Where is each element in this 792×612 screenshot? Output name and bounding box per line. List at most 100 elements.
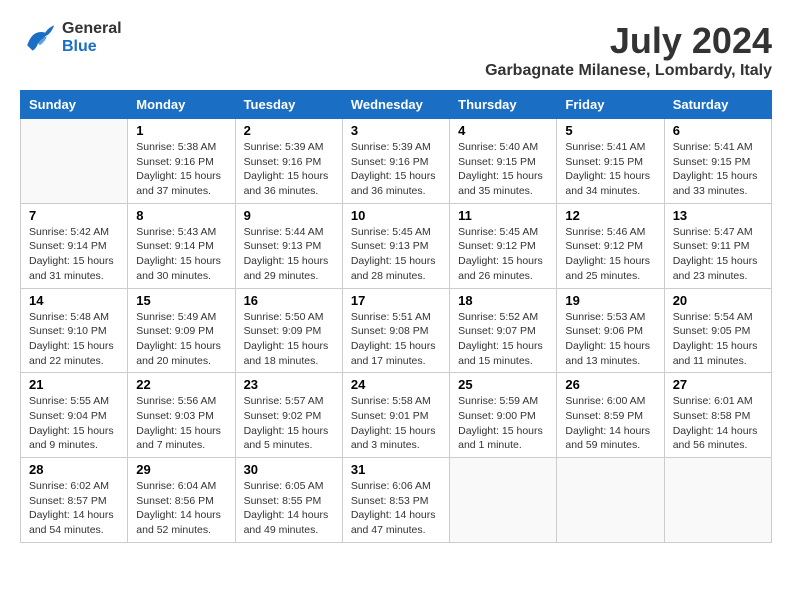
day-info: Sunrise: 5:40 AM Sunset: 9:15 PM Dayligh… [458, 140, 548, 199]
day-number: 16 [244, 293, 334, 308]
calendar-cell: 15 Sunrise: 5:49 AM Sunset: 9:09 PM Dayli… [128, 288, 235, 373]
calendar-cell: 26 Sunrise: 6:00 AM Sunset: 8:59 PM Dayli… [557, 373, 664, 458]
day-info: Sunrise: 5:43 AM Sunset: 9:14 PM Dayligh… [136, 225, 226, 284]
calendar-cell: 10 Sunrise: 5:45 AM Sunset: 9:13 PM Dayli… [342, 203, 449, 288]
day-info: Sunrise: 5:45 AM Sunset: 9:12 PM Dayligh… [458, 225, 548, 284]
calendar-week-2: 7 Sunrise: 5:42 AM Sunset: 9:14 PM Daylig… [21, 203, 772, 288]
calendar-week-5: 28 Sunrise: 6:02 AM Sunset: 8:57 PM Dayli… [21, 458, 772, 543]
day-number: 10 [351, 208, 441, 223]
day-number: 2 [244, 123, 334, 138]
day-number: 15 [136, 293, 226, 308]
calendar-header-friday: Friday [557, 91, 664, 119]
day-number: 14 [29, 293, 119, 308]
calendar-table: SundayMondayTuesdayWednesdayThursdayFrid… [20, 90, 772, 543]
day-info: Sunrise: 6:00 AM Sunset: 8:59 PM Dayligh… [565, 394, 655, 453]
day-number: 30 [244, 462, 334, 477]
day-number: 22 [136, 377, 226, 392]
calendar-header-saturday: Saturday [664, 91, 771, 119]
day-number: 24 [351, 377, 441, 392]
calendar-cell: 27 Sunrise: 6:01 AM Sunset: 8:58 PM Dayli… [664, 373, 771, 458]
day-info: Sunrise: 5:41 AM Sunset: 9:15 PM Dayligh… [565, 140, 655, 199]
day-number: 13 [673, 208, 763, 223]
day-number: 27 [673, 377, 763, 392]
day-number: 29 [136, 462, 226, 477]
day-number: 4 [458, 123, 548, 138]
day-number: 3 [351, 123, 441, 138]
calendar-cell: 23 Sunrise: 5:57 AM Sunset: 9:02 PM Dayli… [235, 373, 342, 458]
day-info: Sunrise: 6:04 AM Sunset: 8:56 PM Dayligh… [136, 479, 226, 538]
calendar-week-1: 1 Sunrise: 5:38 AM Sunset: 9:16 PM Daylig… [21, 119, 772, 204]
calendar-cell: 17 Sunrise: 5:51 AM Sunset: 9:08 PM Dayli… [342, 288, 449, 373]
day-info: Sunrise: 5:49 AM Sunset: 9:09 PM Dayligh… [136, 310, 226, 369]
day-number: 9 [244, 208, 334, 223]
calendar-cell [557, 458, 664, 543]
day-info: Sunrise: 5:45 AM Sunset: 9:13 PM Dayligh… [351, 225, 441, 284]
calendar-body: 1 Sunrise: 5:38 AM Sunset: 9:16 PM Daylig… [21, 119, 772, 543]
day-info: Sunrise: 5:58 AM Sunset: 9:01 PM Dayligh… [351, 394, 441, 453]
day-number: 28 [29, 462, 119, 477]
day-info: Sunrise: 6:02 AM Sunset: 8:57 PM Dayligh… [29, 479, 119, 538]
calendar-cell: 1 Sunrise: 5:38 AM Sunset: 9:16 PM Daylig… [128, 119, 235, 204]
day-info: Sunrise: 5:42 AM Sunset: 9:14 PM Dayligh… [29, 225, 119, 284]
day-info: Sunrise: 5:52 AM Sunset: 9:07 PM Dayligh… [458, 310, 548, 369]
calendar-cell: 20Sunrise: 5:54 AM Sunset: 9:05 PM Dayli… [664, 288, 771, 373]
calendar-cell: 12Sunrise: 5:46 AM Sunset: 9:12 PM Dayli… [557, 203, 664, 288]
day-number: 5 [565, 123, 655, 138]
day-info: Sunrise: 5:47 AM Sunset: 9:11 PM Dayligh… [673, 225, 763, 284]
title-area: July 2024 Garbagnate Milanese, Lombardy,… [485, 20, 772, 80]
calendar-header-monday: Monday [128, 91, 235, 119]
day-info: Sunrise: 6:05 AM Sunset: 8:55 PM Dayligh… [244, 479, 334, 538]
calendar-cell: 5 Sunrise: 5:41 AM Sunset: 9:15 PM Daylig… [557, 119, 664, 204]
calendar-cell: 14 Sunrise: 5:48 AM Sunset: 9:10 PM Dayli… [21, 288, 128, 373]
day-info: Sunrise: 5:57 AM Sunset: 9:02 PM Dayligh… [244, 394, 334, 453]
day-number: 12 [565, 208, 655, 223]
logo: General Blue [20, 20, 122, 56]
calendar-cell: 4 Sunrise: 5:40 AM Sunset: 9:15 PM Daylig… [450, 119, 557, 204]
day-number: 1 [136, 123, 226, 138]
day-number: 18 [458, 293, 548, 308]
calendar-cell: 2 Sunrise: 5:39 AM Sunset: 9:16 PM Daylig… [235, 119, 342, 204]
day-info: Sunrise: 5:51 AM Sunset: 9:08 PM Dayligh… [351, 310, 441, 369]
logo-icon [20, 20, 56, 56]
day-info: Sunrise: 5:38 AM Sunset: 9:16 PM Dayligh… [136, 140, 226, 199]
header: General Blue July 2024 Garbagnate Milane… [20, 20, 772, 80]
calendar-cell [664, 458, 771, 543]
day-number: 6 [673, 123, 763, 138]
day-number: 23 [244, 377, 334, 392]
calendar-header-tuesday: Tuesday [235, 91, 342, 119]
calendar-cell: 6 Sunrise: 5:41 AM Sunset: 9:15 PM Daylig… [664, 119, 771, 204]
day-info: Sunrise: 5:55 AM Sunset: 9:04 PM Dayligh… [29, 394, 119, 453]
page-title: July 2024 [485, 20, 772, 62]
day-number: 25 [458, 377, 548, 392]
calendar-cell: 28 Sunrise: 6:02 AM Sunset: 8:57 PM Dayli… [21, 458, 128, 543]
day-info: Sunrise: 5:50 AM Sunset: 9:09 PM Dayligh… [244, 310, 334, 369]
calendar-header-sunday: Sunday [21, 91, 128, 119]
day-number: 26 [565, 377, 655, 392]
calendar-cell: 19 Sunrise: 5:53 AM Sunset: 9:06 PM Dayli… [557, 288, 664, 373]
calendar-cell: 7 Sunrise: 5:42 AM Sunset: 9:14 PM Daylig… [21, 203, 128, 288]
logo-text: General Blue [62, 20, 122, 56]
day-info: Sunrise: 5:44 AM Sunset: 9:13 PM Dayligh… [244, 225, 334, 284]
day-number: 7 [29, 208, 119, 223]
calendar-cell [21, 119, 128, 204]
day-info: Sunrise: 5:39 AM Sunset: 9:16 PM Dayligh… [244, 140, 334, 199]
calendar-cell: 11Sunrise: 5:45 AM Sunset: 9:12 PM Dayli… [450, 203, 557, 288]
calendar-cell: 31Sunrise: 6:06 AM Sunset: 8:53 PM Dayli… [342, 458, 449, 543]
day-number: 17 [351, 293, 441, 308]
calendar-cell: 24 Sunrise: 5:58 AM Sunset: 9:01 PM Dayli… [342, 373, 449, 458]
day-info: Sunrise: 6:01 AM Sunset: 8:58 PM Dayligh… [673, 394, 763, 453]
day-info: Sunrise: 5:48 AM Sunset: 9:10 PM Dayligh… [29, 310, 119, 369]
day-number: 19 [565, 293, 655, 308]
day-number: 21 [29, 377, 119, 392]
calendar-cell: 22Sunrise: 5:56 AM Sunset: 9:03 PM Dayli… [128, 373, 235, 458]
page-subtitle: Garbagnate Milanese, Lombardy, Italy [485, 62, 772, 80]
calendar-cell: 13 Sunrise: 5:47 AM Sunset: 9:11 PM Dayli… [664, 203, 771, 288]
day-info: Sunrise: 5:53 AM Sunset: 9:06 PM Dayligh… [565, 310, 655, 369]
calendar-cell: 3Sunrise: 5:39 AM Sunset: 9:16 PM Daylig… [342, 119, 449, 204]
calendar-cell: 21 Sunrise: 5:55 AM Sunset: 9:04 PM Dayli… [21, 373, 128, 458]
calendar-cell: 8Sunrise: 5:43 AM Sunset: 9:14 PM Daylig… [128, 203, 235, 288]
day-info: Sunrise: 5:41 AM Sunset: 9:15 PM Dayligh… [673, 140, 763, 199]
calendar-cell: 25Sunrise: 5:59 AM Sunset: 9:00 PM Dayli… [450, 373, 557, 458]
calendar-header-wednesday: Wednesday [342, 91, 449, 119]
calendar-header-row: SundayMondayTuesdayWednesdayThursdayFrid… [21, 91, 772, 119]
